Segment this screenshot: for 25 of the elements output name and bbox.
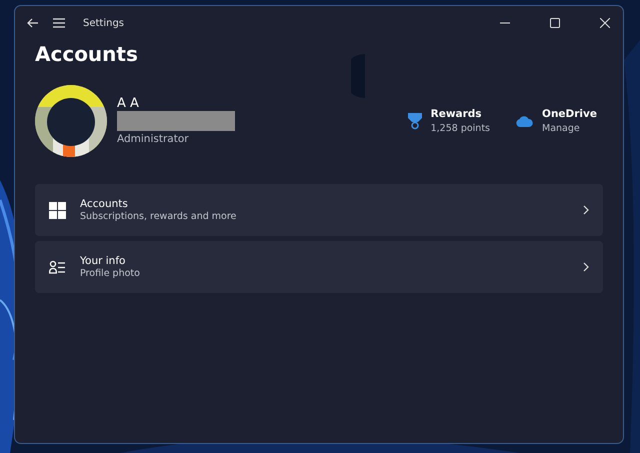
person-list-icon <box>48 260 66 274</box>
service-title: Rewards <box>430 108 483 120</box>
item-subtitle: Profile photo <box>80 268 141 279</box>
menu-button[interactable] <box>53 18 65 28</box>
service-title: OneDrive <box>542 108 597 120</box>
item-title: Accounts <box>80 198 129 210</box>
chevron-icon <box>583 205 589 215</box>
chevron-icon <box>583 262 589 272</box>
settings-item[interactable]: Accounts Subscriptions, rewards and more <box>35 184 603 236</box>
window-title: Settings <box>83 18 126 28</box>
user-name: A A <box>117 97 140 111</box>
item-title: Your info <box>80 255 126 267</box>
page-title: Accounts <box>35 42 139 66</box>
item-subtitle: Subscriptions, rewards and more <box>80 211 238 222</box>
maximize-icon <box>550 18 560 28</box>
back-button[interactable] <box>27 18 39 28</box>
settings-item[interactable]: Your info Profile photo <box>35 241 603 293</box>
minimize-icon <box>500 22 510 24</box>
medal-icon <box>408 112 422 130</box>
service-subtitle: 1,258 points <box>430 123 490 134</box>
close-icon <box>600 18 610 28</box>
grid-icon <box>48 202 66 218</box>
cloud-icon <box>516 116 534 126</box>
service-subtitle: Manage <box>542 123 581 134</box>
user-role: Administrator <box>117 133 190 145</box>
